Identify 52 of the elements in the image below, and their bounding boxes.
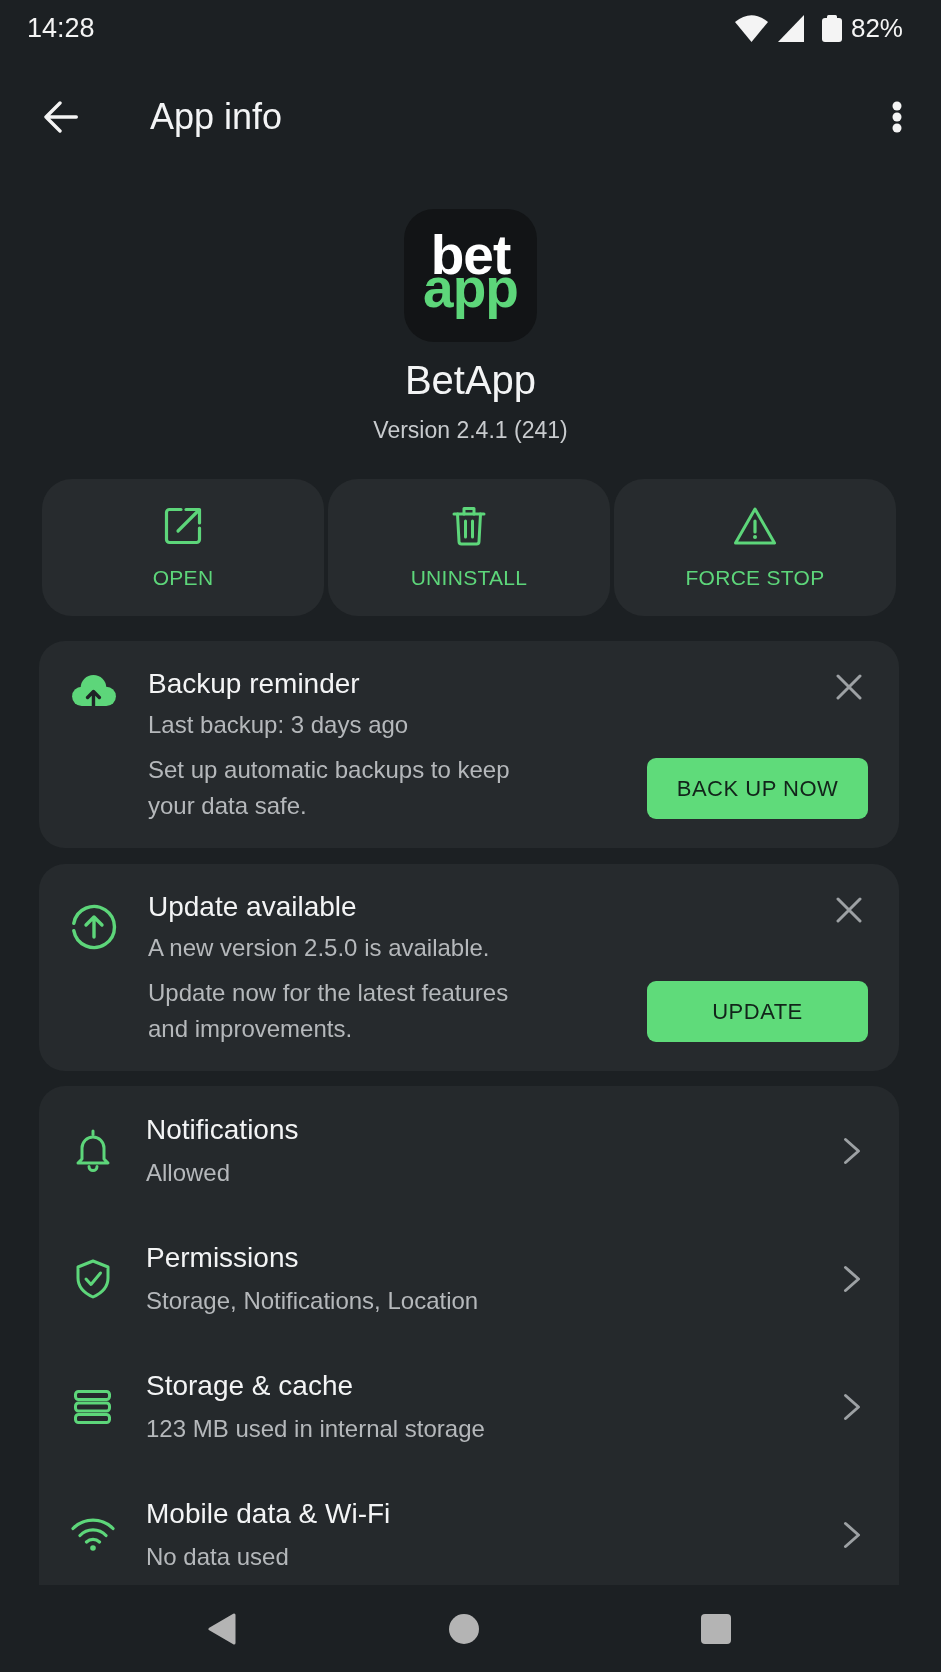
cloud-upload-icon (71, 675, 116, 706)
app-version: Version 2.4.1 (241) (373, 416, 568, 445)
chevron-right-icon (843, 1520, 861, 1549)
battery-icon (821, 14, 842, 42)
notice-subtitle: A new version 2.5.0 is available. (148, 933, 491, 963)
settings-item[interactable]: Notifications Allowed (39, 1086, 899, 1214)
wifi-icon (70, 1518, 115, 1551)
app-action-button[interactable]: UNINSTALL (328, 479, 610, 616)
settings-title: Notifications (146, 1113, 300, 1147)
notice-title: Update available (148, 890, 358, 924)
settings-summary: Storage, Notifications, Location (146, 1286, 480, 1316)
app-action-button[interactable]: FORCE STOP (614, 479, 896, 616)
home-icon[interactable] (449, 1613, 479, 1644)
notice-body: Set up automatic backups to keep your data safe. (148, 755, 511, 821)
battery-percent: 82% (850, 12, 903, 44)
app-name: BetApp (404, 357, 537, 404)
settings-summary: 123 MB used in internal storage (146, 1414, 486, 1444)
page-title: App info (150, 95, 283, 139)
back-icon[interactable] (208, 1612, 236, 1645)
storage-icon (74, 1389, 111, 1424)
bell-icon (74, 1129, 111, 1172)
signal-icon (777, 14, 804, 42)
back-arrow-icon[interactable] (43, 101, 78, 133)
settings-item[interactable]: Storage & cache 123 MB used in internal storage (39, 1342, 899, 1470)
close-icon[interactable] (836, 897, 862, 923)
chevron-right-icon (843, 1392, 861, 1421)
settings-item[interactable]: Permissions Storage, Notifications, Location (39, 1214, 899, 1342)
notice-title: Backup reminder (148, 667, 361, 701)
wifi-icon (734, 14, 768, 42)
notice-action-button[interactable]: BACK UP NOW (647, 758, 868, 819)
app-action-button[interactable]: OPEN (42, 479, 324, 616)
settings-item[interactable]: Mobile data & Wi-Fi No data used (39, 1470, 899, 1585)
notice-action-button[interactable]: UPDATE (647, 981, 868, 1042)
settings-title: Storage & cache (146, 1369, 355, 1403)
external-link-icon (164, 507, 202, 545)
notice-body: Update now for the latest features and improvements. (148, 978, 510, 1044)
settings-title: Mobile data & Wi-Fi (146, 1497, 392, 1531)
settings-title: Permissions (146, 1241, 300, 1275)
chevron-right-icon (843, 1264, 861, 1293)
arrow-up-circle-icon (70, 904, 117, 950)
status-time: 14:28 (27, 12, 95, 44)
trash-icon (452, 506, 486, 546)
chevron-right-icon (843, 1136, 861, 1165)
settings-summary: No data used (146, 1542, 290, 1572)
notice-subtitle: Last backup: 3 days ago (148, 710, 410, 740)
shield-check-icon (75, 1258, 110, 1299)
more-options-icon[interactable] (892, 101, 902, 133)
logo-wordmark: bet app (423, 232, 518, 319)
warning-icon (733, 506, 777, 546)
settings-summary: Allowed (146, 1158, 232, 1188)
close-icon[interactable] (836, 674, 862, 700)
recents-icon[interactable] (701, 1613, 731, 1644)
